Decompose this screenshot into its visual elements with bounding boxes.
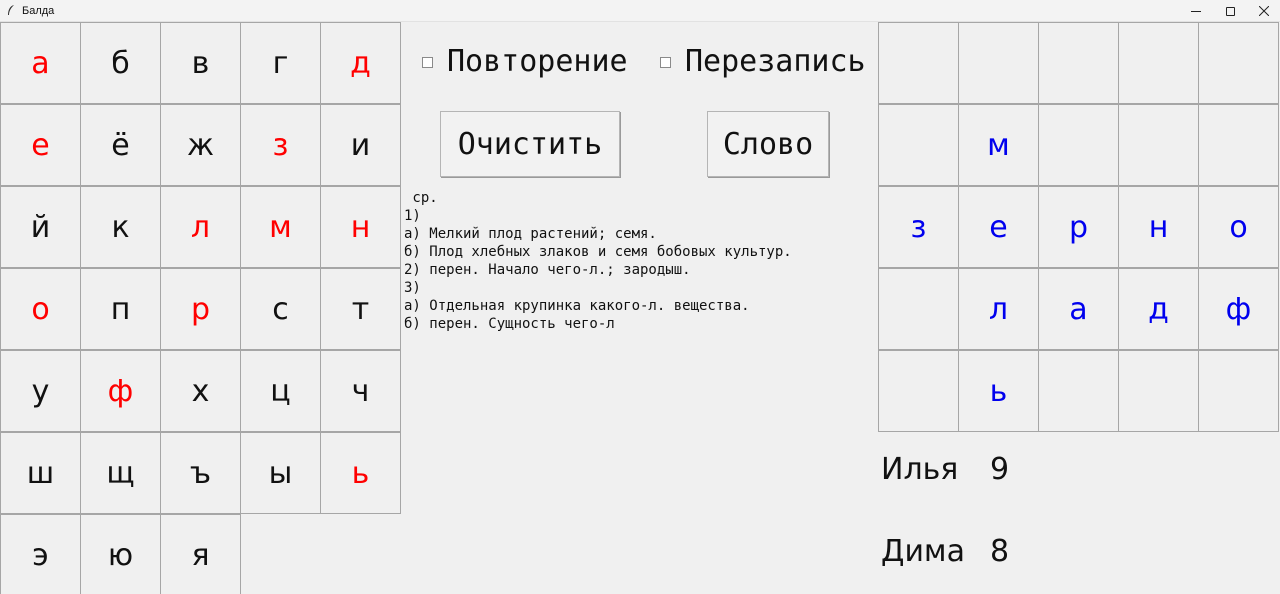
maximize-icon [1225, 6, 1235, 16]
board-cell[interactable]: з [878, 186, 959, 268]
overwrite-label: Перезапись [685, 44, 866, 79]
board-cell[interactable] [1118, 104, 1199, 186]
letter-key[interactable]: е [0, 104, 81, 186]
letter-key[interactable]: э [0, 514, 81, 594]
letter-key[interactable]: ч [320, 350, 401, 432]
letter-key[interactable]: с [240, 268, 321, 350]
letter-key[interactable]: ф [80, 350, 161, 432]
board-cell[interactable] [958, 22, 1039, 104]
letter-key[interactable]: н [320, 186, 401, 268]
letter-key[interactable]: ц [240, 350, 321, 432]
board-cell[interactable]: е [958, 186, 1039, 268]
board-cell[interactable] [878, 268, 959, 350]
letter-key[interactable]: ъ [160, 432, 241, 514]
letter-key[interactable]: а [0, 22, 81, 104]
letter-key[interactable]: я [160, 514, 241, 594]
letter-key[interactable]: щ [80, 432, 161, 514]
board-cell[interactable]: л [958, 268, 1039, 350]
board-cell[interactable] [1198, 350, 1279, 432]
letter-key[interactable]: м [240, 186, 321, 268]
letter-key[interactable]: ы [240, 432, 321, 514]
clear-button[interactable]: Очистить [440, 111, 620, 177]
window-titlebar: Балда [0, 0, 1280, 22]
letter-key[interactable]: т [320, 268, 401, 350]
player-1-name: Илья [881, 452, 959, 487]
minimize-icon [1191, 10, 1201, 12]
letter-key[interactable]: з [240, 104, 321, 186]
letter-key[interactable]: ш [0, 432, 81, 514]
letter-key[interactable]: в [160, 22, 241, 104]
letter-key[interactable]: и [320, 104, 401, 186]
board-cell[interactable] [878, 104, 959, 186]
board-cell[interactable] [1118, 350, 1199, 432]
letter-key[interactable]: ж [160, 104, 241, 186]
window-title: Балда [22, 5, 55, 17]
board-cell[interactable]: р [1038, 186, 1119, 268]
player-1-score: 9 [990, 452, 1010, 487]
letter-key[interactable]: у [0, 350, 81, 432]
letter-key[interactable]: к [80, 186, 161, 268]
letter-key[interactable]: ь [320, 432, 401, 514]
board-cell[interactable]: о [1198, 186, 1279, 268]
word-button[interactable]: Слово [707, 111, 829, 177]
letter-key[interactable]: б [80, 22, 161, 104]
board-cell[interactable]: ь [958, 350, 1039, 432]
letter-key[interactable]: д [320, 22, 401, 104]
overwrite-checkbox[interactable] [660, 57, 671, 68]
repeat-option[interactable]: Повторение [422, 44, 628, 79]
maximize-button[interactable] [1212, 0, 1248, 22]
overwrite-option[interactable]: Перезапись [660, 44, 866, 79]
board-cell[interactable]: н [1118, 186, 1199, 268]
board-cell[interactable]: м [958, 104, 1039, 186]
board-cell[interactable]: ф [1198, 268, 1279, 350]
board-cell[interactable]: д [1118, 268, 1199, 350]
letter-key[interactable]: л [160, 186, 241, 268]
board-cell[interactable] [1038, 22, 1119, 104]
letter-key[interactable]: й [0, 186, 81, 268]
close-icon [1259, 6, 1269, 16]
word-definition: ср. 1) а) Мелкий плод растений; семя. б)… [404, 190, 792, 332]
letter-key[interactable]: о [0, 268, 81, 350]
letter-key[interactable]: х [160, 350, 241, 432]
feather-icon [6, 4, 18, 18]
player-2-name: Дима [881, 534, 965, 569]
board-cell[interactable] [1118, 22, 1199, 104]
board-cell[interactable] [1038, 350, 1119, 432]
minimize-button[interactable] [1178, 0, 1214, 22]
repeat-checkbox[interactable] [422, 57, 433, 68]
letter-key[interactable]: ё [80, 104, 161, 186]
close-button[interactable] [1246, 0, 1280, 22]
board-cell[interactable] [1038, 104, 1119, 186]
letter-key[interactable]: р [160, 268, 241, 350]
board-cell[interactable] [1198, 104, 1279, 186]
board-cell[interactable] [878, 22, 959, 104]
player-2-score: 8 [990, 534, 1010, 569]
board-cell[interactable] [1198, 22, 1279, 104]
letter-key[interactable]: г [240, 22, 321, 104]
letter-key[interactable]: ю [80, 514, 161, 594]
board-cell[interactable] [878, 350, 959, 432]
board-cell[interactable]: а [1038, 268, 1119, 350]
letter-key[interactable]: п [80, 268, 161, 350]
repeat-label: Повторение [447, 44, 628, 79]
